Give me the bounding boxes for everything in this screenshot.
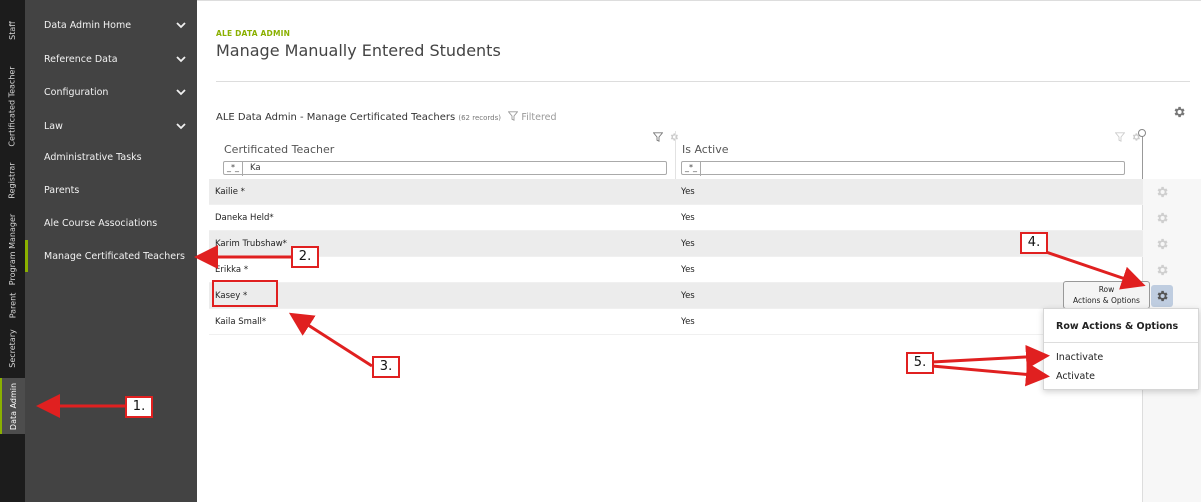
- chevron-down-icon: [176, 123, 186, 130]
- vtab-parent[interactable]: Parent: [0, 290, 25, 320]
- is-active-cell: Yes: [681, 317, 695, 327]
- vtab-certificated-teacher[interactable]: Certificated Teacher: [0, 60, 25, 152]
- sidebar-item-law[interactable]: Law: [25, 110, 197, 142]
- column-separator: [675, 131, 676, 179]
- is-active-cell: Yes: [681, 291, 695, 301]
- menu-title: Row Actions & Options: [1056, 321, 1179, 332]
- sidebar-item-data-admin-home[interactable]: Data Admin Home: [25, 9, 197, 41]
- sidebar-item-administrative-tasks[interactable]: Administrative Tasks: [25, 141, 197, 173]
- sidebar-item-label: Data Admin Home: [44, 19, 132, 31]
- teacher-cell: Kailie *: [215, 187, 245, 197]
- vtab-registrar[interactable]: Registrar: [0, 152, 25, 208]
- table-row[interactable]: Erikka * Yes: [209, 257, 1143, 283]
- table-row[interactable]: Kasey * Yes: [209, 283, 1143, 309]
- tooltip-line: Row: [1098, 285, 1115, 294]
- filter-wildcard-tag[interactable]: _*_: [682, 162, 701, 176]
- callout-3: 3.: [372, 356, 400, 378]
- sidebar-item-manage-certificated-teachers[interactable]: Manage Certificated Teachers: [25, 240, 197, 272]
- teacher-cell: Karim Trubshaw*: [215, 239, 287, 249]
- page-title: Manage Manually Entered Students: [216, 41, 501, 60]
- callout-4: 4.: [1020, 232, 1048, 254]
- column-resize-line[interactable]: [1142, 136, 1143, 179]
- vtab-program-manager[interactable]: Program Manager: [0, 208, 25, 290]
- filter-icon: [508, 111, 519, 121]
- row-gear-icon[interactable]: [1155, 237, 1169, 251]
- vtab-label: Certificated Teacher: [8, 65, 17, 147]
- grid-settings-gear-icon[interactable]: [1172, 105, 1186, 119]
- chevron-down-icon: [176, 89, 186, 96]
- teacher-filter-value: Ka: [250, 163, 261, 173]
- teacher-filter-input[interactable]: _*_ Ka: [223, 161, 667, 176]
- table-row[interactable]: Karim Trubshaw* Yes: [209, 231, 1143, 257]
- active-filter-input[interactable]: _*_: [681, 161, 1125, 176]
- row-actions-tooltip: Row Actions & Options: [1063, 281, 1150, 309]
- chevron-down-icon: [176, 56, 186, 63]
- sidebar-item-label: Configuration: [44, 86, 109, 98]
- sidebar-item-configuration[interactable]: Configuration: [25, 76, 197, 108]
- column-filter-icon[interactable]: [1115, 132, 1125, 142]
- column-filter-icon[interactable]: [653, 132, 663, 142]
- column-header-certificated-teacher[interactable]: Certificated Teacher: [224, 143, 334, 156]
- sidebar-item-label: Ale Course Associations: [44, 217, 158, 229]
- grid-title-text: ALE Data Admin - Manage Certificated Tea…: [216, 112, 456, 123]
- vtab-label: Registrar: [8, 161, 17, 199]
- vtab-staff[interactable]: Staff: [0, 0, 25, 60]
- row-gear-icon-active[interactable]: [1155, 289, 1169, 303]
- filter-wildcard-tag[interactable]: _*_: [224, 162, 243, 176]
- table-row[interactable]: Kailie * Yes: [209, 179, 1143, 205]
- sidebar-item-label: Manage Certificated Teachers: [44, 250, 185, 262]
- page-eyebrow: ALE DATA ADMIN: [216, 29, 291, 38]
- menu-item-inactivate[interactable]: Inactivate: [1056, 352, 1103, 363]
- chevron-down-icon: [176, 22, 186, 29]
- sidebar: Data Admin Home Reference Data Configura…: [25, 0, 197, 502]
- vtab-label: Secretary: [8, 328, 17, 368]
- callout-5: 5.: [906, 352, 934, 374]
- table-row[interactable]: Kaila Small* Yes: [209, 309, 1143, 335]
- vtab-label: Parent: [8, 292, 18, 318]
- teacher-cell: Erikka *: [215, 265, 249, 275]
- column-resize-handle[interactable]: [1138, 129, 1146, 137]
- sidebar-item-label: Law: [44, 120, 63, 132]
- teacher-cell: Daneka Held*: [215, 213, 274, 223]
- is-active-cell: Yes: [681, 187, 695, 197]
- row-gear-icon[interactable]: [1155, 263, 1169, 277]
- vtab-data-admin[interactable]: Data Admin: [0, 378, 25, 434]
- tooltip-line: Actions & Options: [1073, 296, 1140, 305]
- filtered-label: Filtered: [521, 112, 557, 123]
- vtab-label: Program Manager: [8, 213, 17, 285]
- is-active-cell: Yes: [681, 213, 695, 223]
- callout-1: 1.: [125, 396, 153, 418]
- vertical-tab-bar: Staff Certificated Teacher Registrar Pro…: [0, 0, 25, 502]
- grid-title: ALE Data Admin - Manage Certificated Tea…: [216, 111, 557, 123]
- vtab-label: Data Admin: [9, 382, 19, 430]
- column-header-is-active[interactable]: Is Active: [682, 143, 729, 156]
- sidebar-item-reference-data[interactable]: Reference Data: [25, 43, 197, 75]
- row-gear-icon[interactable]: [1155, 185, 1169, 199]
- sidebar-item-label: Reference Data: [44, 53, 118, 65]
- sidebar-item-label: Parents: [44, 184, 80, 196]
- table-row[interactable]: Daneka Held* Yes: [209, 205, 1143, 231]
- menu-item-activate[interactable]: Activate: [1056, 371, 1095, 382]
- sidebar-item-ale-course-associations[interactable]: Ale Course Associations: [25, 207, 197, 239]
- main-content: ALE DATA ADMIN Manage Manually Entered S…: [197, 0, 1201, 502]
- callout-2: 2.: [291, 246, 319, 268]
- vtab-secretary[interactable]: Secretary: [0, 320, 25, 376]
- column-gear-icon[interactable]: [669, 132, 679, 142]
- teacher-cell: Kaila Small*: [215, 317, 267, 327]
- sidebar-item-parents[interactable]: Parents: [25, 174, 197, 206]
- record-count: (62 records): [458, 114, 501, 122]
- menu-divider: [1044, 342, 1198, 343]
- is-active-cell: Yes: [681, 265, 695, 275]
- highlight-box-kasey: [212, 280, 278, 307]
- vtab-label: Staff: [7, 20, 17, 40]
- sidebar-item-label: Administrative Tasks: [44, 151, 142, 163]
- row-actions-menu: Row Actions & Options Inactivate Activat…: [1043, 308, 1199, 390]
- is-active-cell: Yes: [681, 239, 695, 249]
- header-divider: [216, 81, 1190, 82]
- row-gear-icon[interactable]: [1155, 211, 1169, 225]
